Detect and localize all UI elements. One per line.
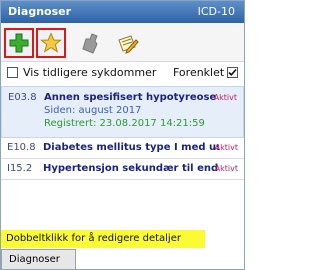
diagnosis-name: Diabetes mellitus type I med us... <box>43 142 219 153</box>
diagnosis-code: E03.8 <box>8 92 37 103</box>
diagnosis-row[interactable]: E10.8 Diabetes mellitus type I med us...… <box>1 138 244 159</box>
edit-notes-button[interactable] <box>112 28 142 58</box>
options-row: Vis tidligere sykdommer Forenklet <box>1 62 244 84</box>
hint-text: Dobbeltklikk for å redigere detaljer <box>6 233 181 244</box>
show-previous-checkbox[interactable] <box>7 67 18 78</box>
diagnosis-name: Annen spesifisert hypotyreose <box>44 92 217 103</box>
code-system-label: ICD-10 <box>197 5 235 18</box>
star-icon <box>40 32 62 53</box>
status-badge: Aktivt <box>214 164 238 173</box>
diagnosis-row[interactable]: E03.8 Annen spesifisert hypotyreose Akti… <box>1 86 244 138</box>
status-badge: Aktivt <box>213 93 237 102</box>
stamp-button[interactable] <box>75 28 105 58</box>
show-previous-label: Vis tidligere sykdommer <box>23 66 157 79</box>
diagnosis-registered: Registrert: 23.08.2017 14:21:59 <box>44 118 205 129</box>
notepad-pencil-icon <box>118 35 139 54</box>
diagnosis-code: E10.8 <box>7 142 36 153</box>
toolbar <box>1 23 244 62</box>
diagnosis-since: Siden: august 2017 <box>44 105 142 116</box>
tab-diagnoser[interactable]: Diagnoser <box>1 249 76 269</box>
diagnosis-code: I15.2 <box>7 163 33 174</box>
window-title: Diagnoser <box>8 5 72 18</box>
simplified-checkbox[interactable] <box>227 67 238 78</box>
add-diagnosis-button[interactable] <box>4 28 34 58</box>
simplified-label: Forenklet <box>173 66 225 79</box>
favorites-button[interactable] <box>36 28 66 58</box>
diagnosis-row[interactable]: I15.2 Hypertensjon sekundær til end... A… <box>1 159 244 180</box>
status-badge: Aktivt <box>214 143 238 152</box>
title-bar: Diagnoser ICD-10 <box>1 1 244 23</box>
checkmark-icon <box>228 68 237 76</box>
diagnoses-window: Diagnoser ICD-10 Vis tidligere sykdommer… <box>0 0 245 270</box>
stamp-icon <box>82 33 98 54</box>
tab-label: Diagnoser <box>9 254 60 265</box>
hint-bar: Dobbeltklikk for å redigere detaljer <box>1 230 205 248</box>
add-icon <box>9 33 29 53</box>
diagnosis-name: Hypertensjon sekundær til end... <box>43 163 219 174</box>
